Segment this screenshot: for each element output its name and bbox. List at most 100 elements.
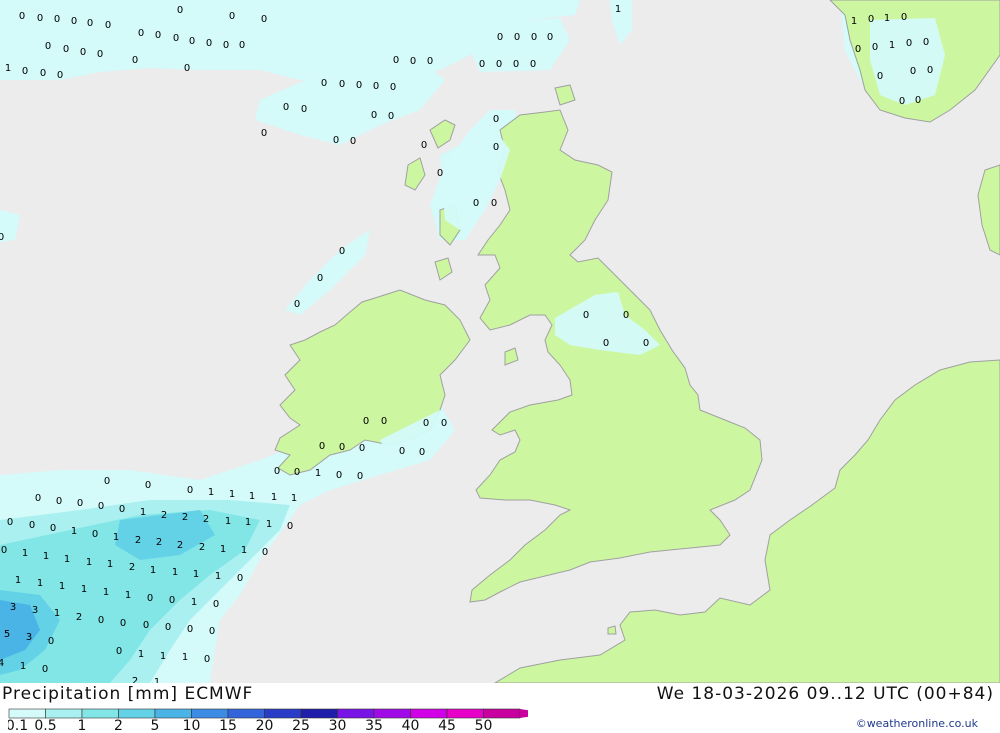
precip-value-label: 0 [356, 80, 362, 91]
legend-swatch [227, 708, 265, 719]
precip-value-label: 0 [45, 41, 51, 52]
precip-value-label: 1 [138, 649, 144, 660]
precip-value-label: 0 [388, 111, 394, 122]
precip-value-label: 0 [177, 5, 183, 16]
map-title: Precipitation [mm] ECMWF [2, 684, 254, 704]
precip-value-label: 1 [5, 63, 11, 74]
precip-value-label: 0 [423, 418, 429, 429]
precip-value-label: 0 [87, 18, 93, 29]
precip-value-label: 0 [56, 496, 62, 507]
precip-value-label: 3 [10, 602, 16, 613]
legend-arrow [520, 709, 528, 718]
precip-value-label: 0 [393, 55, 399, 66]
precip-value-label: 0 [97, 49, 103, 60]
precip-value-label: 0 [514, 32, 520, 43]
precip-value-label: 0 [547, 32, 553, 43]
precip-value-label: 1 [22, 548, 28, 559]
precip-value-label: 0 [132, 55, 138, 66]
precip-value-label: 0 [229, 11, 235, 22]
precip-value-label: 0 [872, 42, 878, 53]
precip-value-label: 0 [901, 12, 907, 23]
precip-value-label: 2 [76, 612, 82, 623]
legend-swatch [45, 708, 83, 719]
precip-value-label: 0 [274, 466, 280, 477]
precip-value-label: 1 [182, 652, 188, 663]
precip-value-label: 1 [150, 565, 156, 576]
precip-value-label: 3 [32, 605, 38, 616]
precip-value-label: 1 [86, 557, 92, 568]
precip-value-label: 0 [410, 56, 416, 67]
precip-value-label: 0 [513, 59, 519, 70]
legend-swatch [410, 708, 448, 719]
precipitation-map: 0000000000000000000000100000000000000000… [0, 0, 1000, 688]
precip-value-label: 0 [261, 14, 267, 25]
precip-value-label: 0 [583, 310, 589, 321]
precip-value-label: 0 [301, 104, 307, 115]
precip-value-label: 1 [107, 559, 113, 570]
precip-value-label: 0 [336, 470, 342, 481]
legend-swatch [8, 708, 46, 719]
precip-value-label: 0 [261, 128, 267, 139]
legend-label: 5 [151, 718, 160, 733]
precip-value-label: 0 [71, 16, 77, 27]
legend-swatch [446, 708, 484, 719]
precip-value-label: 0 [899, 96, 905, 107]
precip-value-label: 0 [204, 654, 210, 665]
precip-value-label: 0 [294, 299, 300, 310]
precip-value-label: 0 [910, 66, 916, 77]
precip-value-label: 0 [855, 44, 861, 55]
precip-value-label: 0 [7, 517, 13, 528]
channel-islands [607, 625, 617, 635]
precip-value-label: 0 [915, 95, 921, 106]
precip-value-label: 0 [427, 56, 433, 67]
precip-value-label: 2 [177, 540, 183, 551]
precip-value-label: 0 [213, 599, 219, 610]
precip-value-label: 1 [103, 587, 109, 598]
precip-value-label: 1 [271, 492, 277, 503]
legend-label: 25 [292, 718, 310, 733]
precip-value-label: 0 [42, 664, 48, 675]
precip-value-label: 0 [496, 59, 502, 70]
precip-value-label: 0 [237, 573, 243, 584]
legend-swatch [483, 708, 521, 719]
legend-swatch [191, 708, 229, 719]
precip-value-label: 0 [187, 624, 193, 635]
credit-link[interactable]: ©weatheronline.co.uk [856, 717, 978, 730]
precip-value-label: 0 [643, 338, 649, 349]
precip-value-label: 0 [80, 47, 86, 58]
precip-value-label: 0 [333, 135, 339, 146]
precip-value-label: 1 [20, 661, 26, 672]
precip-value-label: 0 [116, 646, 122, 657]
precip-value-label: 0 [339, 246, 345, 257]
legend-label: 0.1 [8, 718, 28, 733]
precip-value-label: 0 [105, 20, 111, 31]
legend-swatch [373, 708, 411, 719]
legend-label: 30 [329, 718, 347, 733]
precip-value-label: 2 [156, 537, 162, 548]
precip-value-label: 0 [104, 476, 110, 487]
precip-value-label: 0 [906, 38, 912, 49]
precip-value-label: 0 [491, 198, 497, 209]
precip-value-label: 0 [147, 593, 153, 604]
precip-value-label: 0 [623, 310, 629, 321]
legend-label: 35 [365, 718, 383, 733]
precip-value-label: 0 [339, 442, 345, 453]
legend-label: 15 [219, 718, 237, 733]
precip-value-label: 1 [229, 489, 235, 500]
precip-value-label: 1 [884, 13, 890, 24]
precip-value-label: 1 [220, 544, 226, 555]
legend-label: 0.5 [34, 718, 56, 733]
precip-value-label: 0 [877, 71, 883, 82]
precip-value-label: 0 [603, 338, 609, 349]
precip-value-label: 0 [294, 467, 300, 478]
precip-value-label: 1 [81, 584, 87, 595]
precip-value-label: 4 [0, 658, 4, 669]
precip-value-label: 1 [191, 597, 197, 608]
precip-value-label: 0 [98, 615, 104, 626]
precip-value-label: 0 [77, 498, 83, 509]
legend-swatch [300, 708, 338, 719]
precip-value-label: 0 [493, 114, 499, 125]
precip-value-label: 0 [339, 79, 345, 90]
precip-value-label: 2 [132, 676, 138, 683]
precip-value-label: 0 [29, 520, 35, 531]
